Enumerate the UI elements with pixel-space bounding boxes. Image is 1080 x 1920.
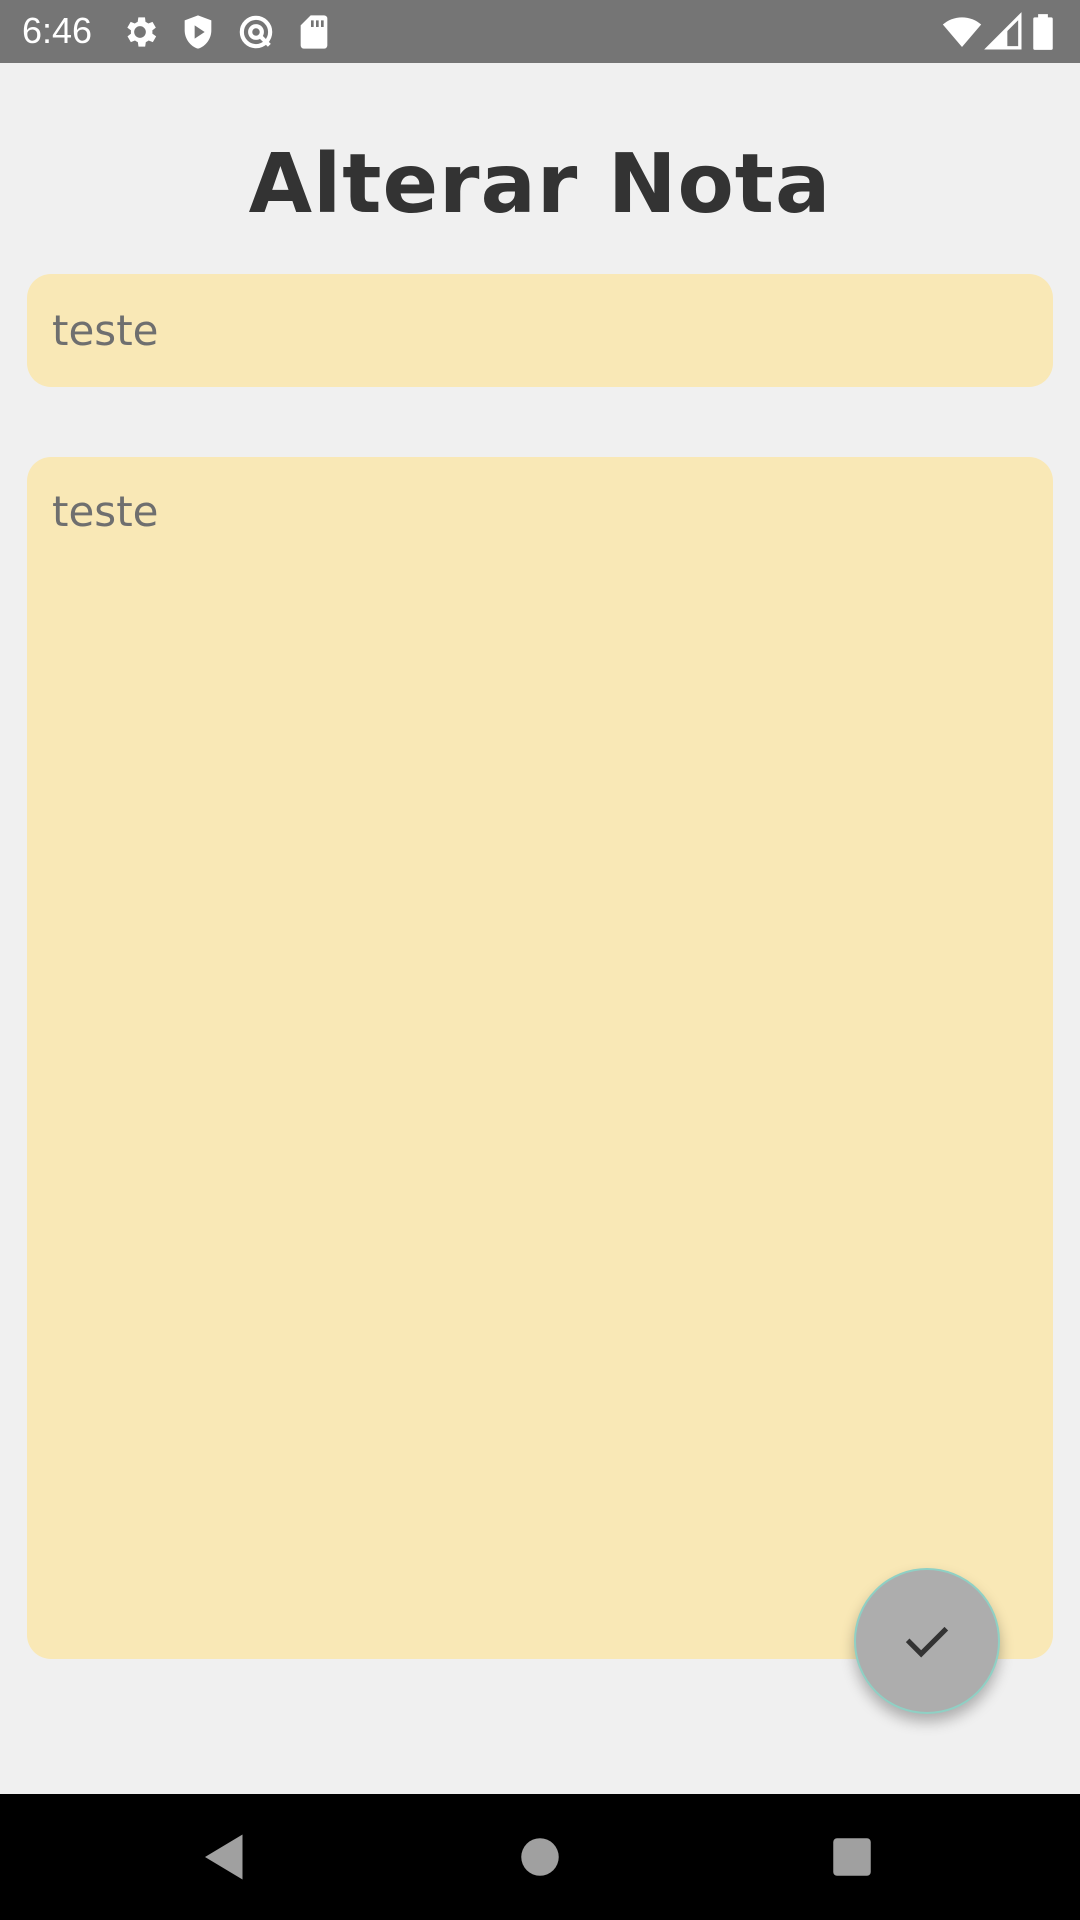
- sd-card-icon: [294, 12, 334, 52]
- cell-signal-icon: [984, 12, 1024, 52]
- status-bar: 6:46: [0, 0, 1080, 63]
- note-body-value: teste: [52, 487, 159, 536]
- recents-icon[interactable]: [822, 1827, 882, 1887]
- note-title-value: teste: [52, 306, 159, 355]
- navigation-bar: [0, 1794, 1080, 1920]
- gear-icon: [120, 12, 160, 52]
- page-title: Alterar Nota: [248, 137, 832, 232]
- note-title-input[interactable]: teste: [27, 274, 1053, 387]
- vpn-icon: [236, 12, 276, 52]
- back-icon[interactable]: [195, 1827, 255, 1887]
- check-icon: [905, 1626, 949, 1658]
- note-body-input[interactable]: teste: [27, 457, 1053, 1659]
- wifi-icon: [942, 12, 982, 52]
- shield-play-icon: [178, 12, 218, 52]
- status-time: 6:46: [22, 10, 93, 51]
- battery-icon: [1030, 12, 1066, 52]
- save-button[interactable]: [854, 1568, 1000, 1714]
- home-icon[interactable]: [510, 1827, 570, 1887]
